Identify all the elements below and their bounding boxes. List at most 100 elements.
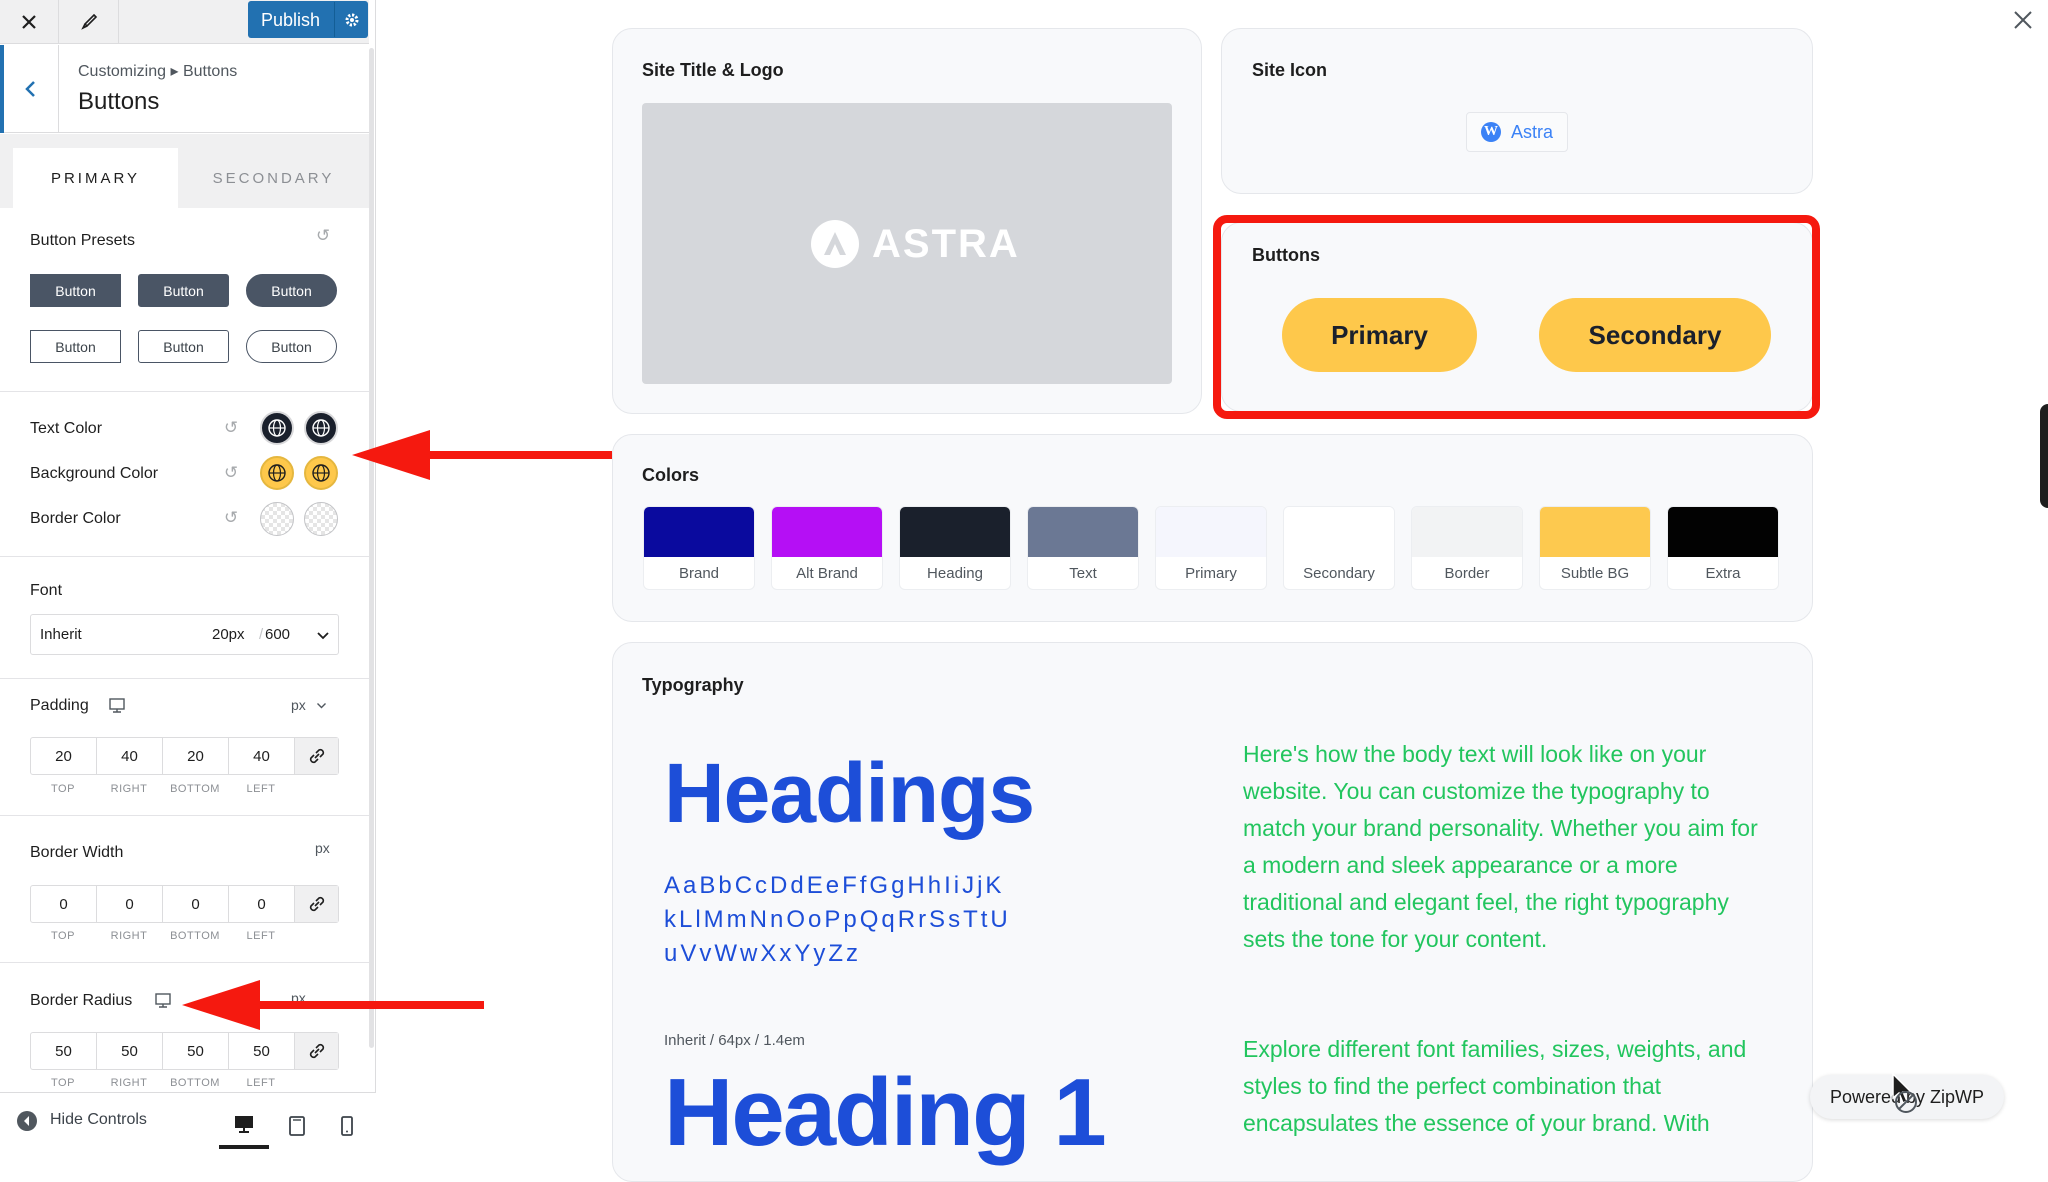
- tab-primary[interactable]: PRIMARY: [13, 148, 178, 208]
- side-label-bottom: BOTTOM: [170, 783, 220, 795]
- border-radius-right-input[interactable]: 50: [97, 1033, 163, 1069]
- divider: [0, 391, 369, 392]
- border-radius-bottom-input[interactable]: 50: [163, 1033, 229, 1069]
- padding-link-button[interactable]: [295, 738, 338, 774]
- astra-logo-text: ASTRA: [872, 221, 1020, 266]
- padding-unit[interactable]: px: [291, 697, 306, 713]
- site-icon-preview[interactable]: W Astra: [1466, 112, 1568, 152]
- border-color-swatch[interactable]: [260, 502, 294, 536]
- font-select[interactable]: Inherit 20px / 600: [30, 614, 339, 655]
- side-label-left: LEFT: [246, 1077, 276, 1089]
- color-name: Primary: [1185, 565, 1237, 582]
- border-width-unit[interactable]: px: [315, 840, 330, 856]
- desktop-icon[interactable]: [154, 992, 172, 1010]
- background-color-swatch[interactable]: [260, 456, 294, 490]
- text-color-swatch[interactable]: [260, 411, 294, 445]
- side-panel-tab[interactable]: [2040, 404, 2048, 508]
- colors-card-heading: Colors: [642, 465, 700, 485]
- color-swatch: [772, 507, 882, 557]
- publish-button[interactable]: Publish: [248, 1, 368, 38]
- border-radius-left-input[interactable]: 50: [229, 1033, 295, 1069]
- reset-icon[interactable]: ↺: [224, 418, 238, 438]
- color-tile-subtle-bg[interactable]: Subtle BG: [1539, 506, 1651, 590]
- padding-right-input[interactable]: 40: [97, 738, 163, 774]
- border-width-right-input[interactable]: 0: [97, 886, 163, 922]
- site-icon-name: Astra: [1510, 121, 1553, 142]
- mouse-cursor-icon: [1892, 1072, 1917, 1113]
- tab-secondary[interactable]: SECONDARY: [178, 148, 369, 208]
- tablet-preview-button[interactable]: [272, 1103, 322, 1149]
- preset-filled-rounded[interactable]: Button: [138, 274, 229, 307]
- preset-outline-square[interactable]: Button: [30, 330, 121, 363]
- text-color-hover-swatch[interactable]: [304, 411, 338, 445]
- color-tile-heading[interactable]: Heading: [899, 506, 1011, 590]
- mobile-icon: [341, 1116, 353, 1136]
- color-tile-primary[interactable]: Primary: [1155, 506, 1267, 590]
- side-label-left: LEFT: [246, 930, 276, 942]
- hide-controls-button[interactable]: Hide Controls: [50, 1111, 147, 1129]
- reset-icon[interactable]: ↺: [224, 508, 238, 528]
- sidebar-scrollbar[interactable]: [369, 48, 374, 1048]
- border-width-inputs: 0 0 0 0: [30, 885, 339, 923]
- padding-inputs: 20 40 20 40: [30, 737, 339, 775]
- preset-outline-pill[interactable]: Button: [246, 330, 337, 363]
- reset-icon[interactable]: ↺: [224, 463, 238, 483]
- padding-left-input[interactable]: 40: [229, 738, 295, 774]
- publish-settings-button[interactable]: [334, 2, 368, 37]
- background-color-label: Background Color: [30, 465, 159, 482]
- padding-top-input[interactable]: 20: [31, 738, 97, 774]
- button-presets-label: Button Presets: [30, 232, 135, 249]
- side-label-right: RIGHT: [110, 783, 148, 795]
- desktop-icon[interactable]: [108, 697, 126, 715]
- color-swatch: [1540, 507, 1650, 557]
- close-customizer-button[interactable]: [0, 0, 59, 44]
- wordpress-icon: W: [1480, 122, 1501, 142]
- color-tile-alt-brand[interactable]: Alt Brand: [771, 506, 883, 590]
- heading-meta: Inherit / 64px / 1.4em: [664, 1032, 805, 1049]
- border-width-top-input[interactable]: 0: [31, 886, 97, 922]
- site-icon-card-heading: Site Icon: [1252, 60, 1328, 80]
- globe-icon: [268, 464, 286, 482]
- mobile-preview-button[interactable]: [322, 1103, 372, 1149]
- border-color-hover-swatch[interactable]: [304, 502, 338, 536]
- border-radius-top-input[interactable]: 50: [31, 1033, 97, 1069]
- page-title: Buttons: [78, 88, 160, 115]
- color-tile-brand[interactable]: Brand: [643, 506, 755, 590]
- hide-controls-icon[interactable]: [16, 1110, 38, 1132]
- link-icon: [309, 896, 324, 912]
- preset-filled-pill[interactable]: Button: [246, 274, 337, 307]
- reset-icon[interactable]: ↺: [316, 226, 330, 246]
- back-button[interactable]: [0, 45, 59, 133]
- chevron-left-icon: [25, 81, 35, 97]
- color-tile-extra[interactable]: Extra: [1667, 506, 1779, 590]
- font-size-value: 20px: [212, 626, 245, 643]
- preset-filled-square[interactable]: Button: [30, 274, 121, 307]
- preset-outline-rounded[interactable]: Button: [138, 330, 229, 363]
- tablet-icon: [289, 1116, 305, 1136]
- color-tile-text[interactable]: Text: [1027, 506, 1139, 590]
- color-swatch: [1028, 507, 1138, 557]
- border-radius-link-button[interactable]: [295, 1033, 338, 1069]
- heading-1-sample: Heading 1: [664, 1059, 1107, 1166]
- color-tile-secondary[interactable]: Secondary: [1283, 506, 1395, 590]
- color-name: Border: [1444, 565, 1490, 582]
- annotation-arrow-icon: [352, 430, 612, 480]
- border-width-bottom-input[interactable]: 0: [163, 886, 229, 922]
- close-preview-icon[interactable]: [2008, 5, 2038, 35]
- desktop-icon: [235, 1116, 253, 1133]
- color-swatch: [1668, 507, 1778, 557]
- border-width-left-input[interactable]: 0: [229, 886, 295, 922]
- chevron-down-icon: [317, 703, 326, 709]
- border-width-link-button[interactable]: [295, 886, 338, 922]
- section-header: Customizing ▸ Buttons Buttons: [0, 45, 369, 133]
- annotation-arrow-icon: [182, 980, 484, 1030]
- background-color-hover-swatch[interactable]: [304, 456, 338, 490]
- desktop-preview-button[interactable]: [219, 1103, 269, 1149]
- color-tile-border[interactable]: Border: [1411, 506, 1523, 590]
- edit-button[interactable]: [59, 0, 119, 44]
- color-swatch: [1156, 507, 1266, 557]
- side-label-bottom: BOTTOM: [170, 1077, 220, 1089]
- color-swatch: [644, 507, 754, 557]
- padding-bottom-input[interactable]: 20: [163, 738, 229, 774]
- close-icon: [22, 15, 36, 29]
